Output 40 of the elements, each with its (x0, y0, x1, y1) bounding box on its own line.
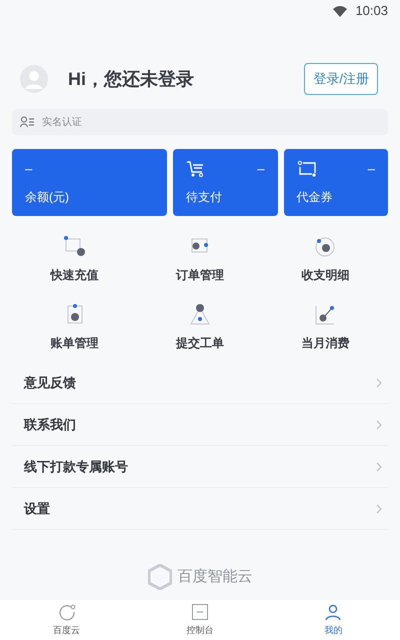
menu-item[interactable]: 联系我们 (12, 404, 388, 446)
coupon-icon (296, 160, 316, 178)
tab-item[interactable]: 百度云 (0, 600, 134, 640)
shortcut-item[interactable]: 提交工单 (137, 302, 263, 352)
person-icon (324, 602, 342, 621)
chevron-right-icon (376, 504, 382, 514)
shortcut-item[interactable]: 快速充值 (12, 234, 138, 284)
login-button[interactable]: 登录/注册 (304, 63, 378, 95)
chevron-right-icon (376, 462, 382, 472)
summary-card[interactable]: – 代金券 (284, 149, 388, 216)
summary-card[interactable]: – 待支付 (173, 149, 278, 216)
tab-item[interactable]: 我的 (266, 600, 400, 640)
status-time: 10:03 (355, 2, 388, 20)
chevron-right-icon (376, 420, 382, 430)
tab-item[interactable]: 控制台 (133, 600, 267, 640)
card-value: – (257, 160, 264, 178)
console-icon (190, 602, 209, 621)
ring-icon (58, 602, 76, 621)
card-label: 代金券 (296, 189, 334, 206)
shortcut-item[interactable]: 当月消费 (262, 302, 388, 352)
cube-logo-icon (148, 564, 172, 590)
card-label: 待支付 (186, 189, 223, 206)
footer-logo: 百度智能云 (178, 566, 252, 587)
menu-item[interactable]: 设置 (12, 488, 388, 530)
greeting: Hi，您还未登录 (68, 68, 194, 90)
card-label: 余额(元) (25, 189, 70, 206)
cart-icon (186, 160, 206, 178)
avatar-icon (20, 65, 48, 93)
user-list-icon (20, 116, 34, 128)
menu-item[interactable]: 意见反馈 (12, 362, 388, 404)
shortcut-item[interactable]: 账单管理 (12, 302, 138, 352)
menu-item[interactable]: 线下打款专属账号 (12, 446, 388, 488)
wifi-icon (333, 6, 348, 16)
shortcut-item[interactable]: 订单管理 (137, 234, 263, 284)
chevron-right-icon (376, 378, 382, 388)
summary-card[interactable]: – 余额(元) (12, 149, 167, 216)
verify-label: 实名认证 (42, 116, 82, 130)
card-value: – (25, 160, 32, 178)
shortcut-item[interactable]: 收支明细 (262, 234, 388, 284)
card-value: – (368, 160, 375, 178)
